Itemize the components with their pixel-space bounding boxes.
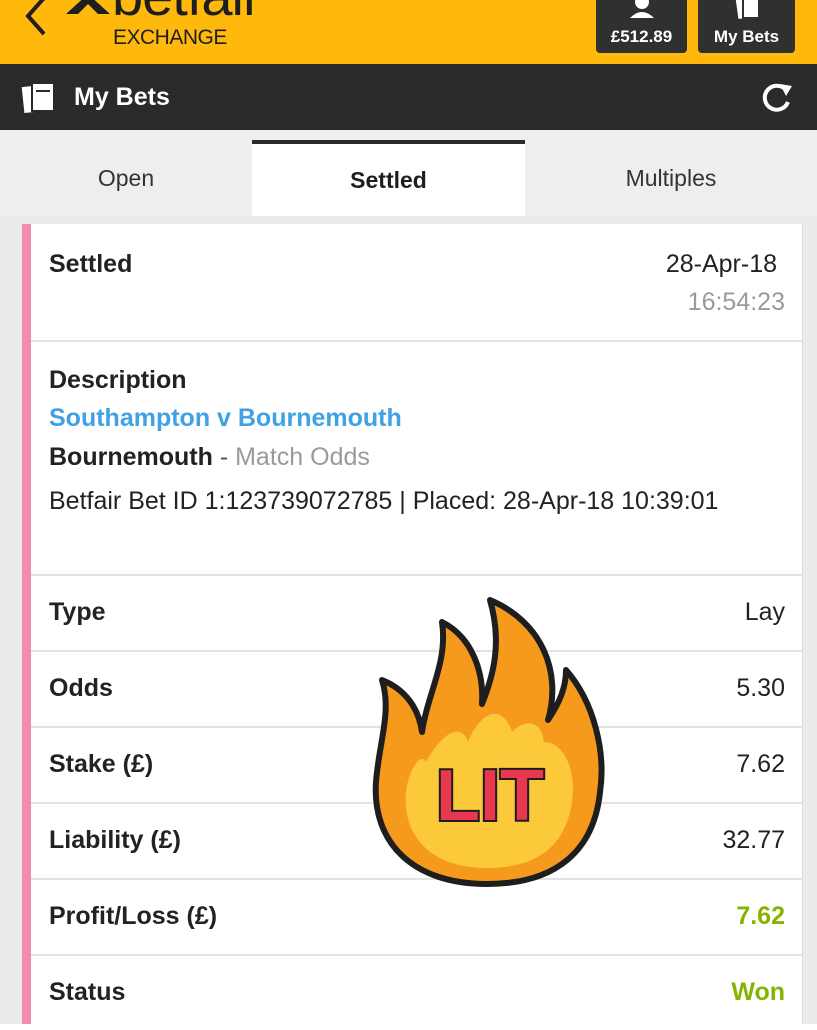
stake-label: Stake (£) xyxy=(49,750,154,778)
selection-name: Bournemouth xyxy=(49,443,213,471)
bet-slips-icon xyxy=(735,0,760,20)
brand-logo-subtitle: EXCHANGE xyxy=(113,26,227,49)
bet-settled-row: Settled 28-Apr-18 16:54:23 xyxy=(31,224,803,342)
my-bets-header-label: My Bets xyxy=(713,27,780,46)
odds-label: Odds xyxy=(49,674,113,702)
page-title-bar: My Bets xyxy=(0,64,817,130)
flame-icon xyxy=(372,597,605,887)
selection-line: Bournemouth - Match Odds xyxy=(49,443,370,472)
liability-label: Liability (£) xyxy=(49,826,181,854)
settled-date: 28-Apr-18 xyxy=(665,250,777,278)
tab-open[interactable]: Open xyxy=(0,140,252,216)
bet-status-row: Status Won xyxy=(31,956,803,1030)
profit-loss-value: 7.62 xyxy=(736,902,785,930)
settled-time: 16:54:23 xyxy=(687,288,785,316)
odds-value: 5.30 xyxy=(736,674,785,702)
type-label: Type xyxy=(49,598,106,626)
balance-label: £512.89 xyxy=(610,27,673,46)
app-header: betfair EXCHANGE £512.89 My Bets xyxy=(0,0,817,64)
market-name: Match Odds xyxy=(235,443,370,471)
betfair-logo-icon xyxy=(66,0,110,14)
selection-separator: - xyxy=(212,443,236,471)
bets-tab-bar: Open Settled Multiples xyxy=(0,130,817,216)
stake-value: 7.62 xyxy=(736,750,785,778)
profit-loss-label: Profit/Loss (£) xyxy=(49,902,218,930)
bet-id-line: Betfair Bet ID 1:123739072785 | Placed: … xyxy=(49,487,719,515)
bet-slips-icon xyxy=(20,82,55,116)
back-chevron-icon[interactable] xyxy=(20,0,54,38)
brand-logo-text: betfair xyxy=(112,0,262,24)
liability-value: 32.77 xyxy=(722,826,785,854)
lit-text: LIT xyxy=(434,754,546,838)
my-bets-header-button[interactable]: My Bets xyxy=(698,0,795,53)
fire-sticker: LIT xyxy=(372,597,605,887)
user-icon xyxy=(629,0,654,18)
type-value: Lay xyxy=(744,598,785,626)
status-value: Won xyxy=(731,978,785,1006)
bet-description-row: Description Southampton v Bournemouth Bo… xyxy=(31,342,803,576)
svg-text:LIT: LIT xyxy=(436,756,544,836)
page-title: My Bets xyxy=(74,83,170,111)
refresh-icon[interactable] xyxy=(756,78,796,118)
event-link[interactable]: Southampton v Bournemouth xyxy=(49,404,402,433)
status-label: Status xyxy=(49,978,126,1006)
description-label: Description xyxy=(49,366,187,394)
settled-label: Settled xyxy=(49,250,133,278)
tab-settled[interactable]: Settled xyxy=(252,140,525,216)
tab-multiples[interactable]: Multiples xyxy=(525,140,817,216)
account-balance-button[interactable]: £512.89 xyxy=(596,0,687,53)
